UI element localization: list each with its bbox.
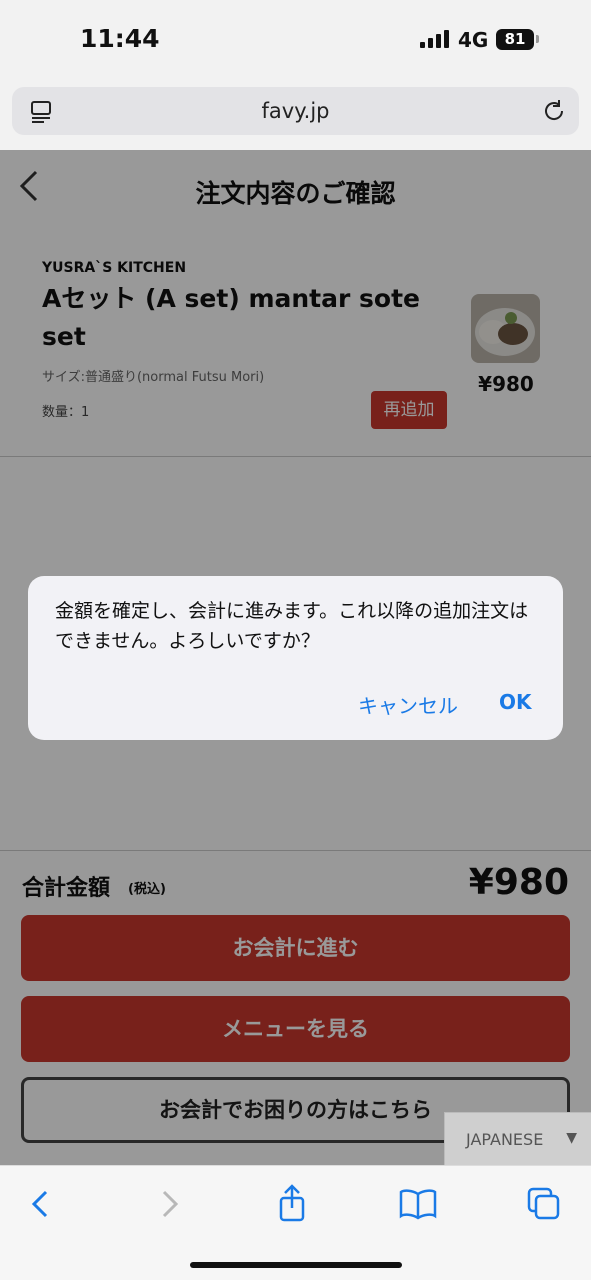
address-bar[interactable]: favy.jp xyxy=(12,87,579,135)
reload-icon[interactable] xyxy=(541,98,567,124)
battery-icon: 81 xyxy=(496,29,534,50)
browser-address-area: favy.jp xyxy=(0,80,591,150)
home-indicator xyxy=(190,1262,402,1268)
url-text[interactable]: favy.jp xyxy=(12,99,579,123)
battery-cap xyxy=(536,35,539,43)
status-bar: 11:44 4G 81 xyxy=(0,0,591,80)
dialog-message: 金額を確定し、会計に進みます。これ以降の追加注文はできません。よろしいですか？ xyxy=(55,600,529,652)
network-type: 4G xyxy=(458,28,489,52)
confirm-dialog: 金額を確定し、会計に進みます。これ以降の追加注文はできません。よろしいですか？ … xyxy=(28,576,563,740)
cancel-button[interactable]: キャンセル xyxy=(358,690,458,719)
cellular-signal-icon xyxy=(420,30,449,48)
tabs-icon[interactable] xyxy=(524,1184,564,1224)
language-label: JAPANESE xyxy=(466,1130,544,1149)
dropdown-arrow-icon: ▼ xyxy=(566,1130,577,1146)
share-icon[interactable] xyxy=(272,1184,312,1224)
forward-icon[interactable] xyxy=(148,1184,188,1224)
clock: 11:44 xyxy=(80,24,160,53)
back-icon[interactable] xyxy=(22,1184,62,1224)
bookmarks-icon[interactable] xyxy=(398,1184,438,1224)
language-selector[interactable]: JAPANESE ▼ xyxy=(444,1112,591,1165)
ok-button[interactable]: OK xyxy=(499,690,532,714)
